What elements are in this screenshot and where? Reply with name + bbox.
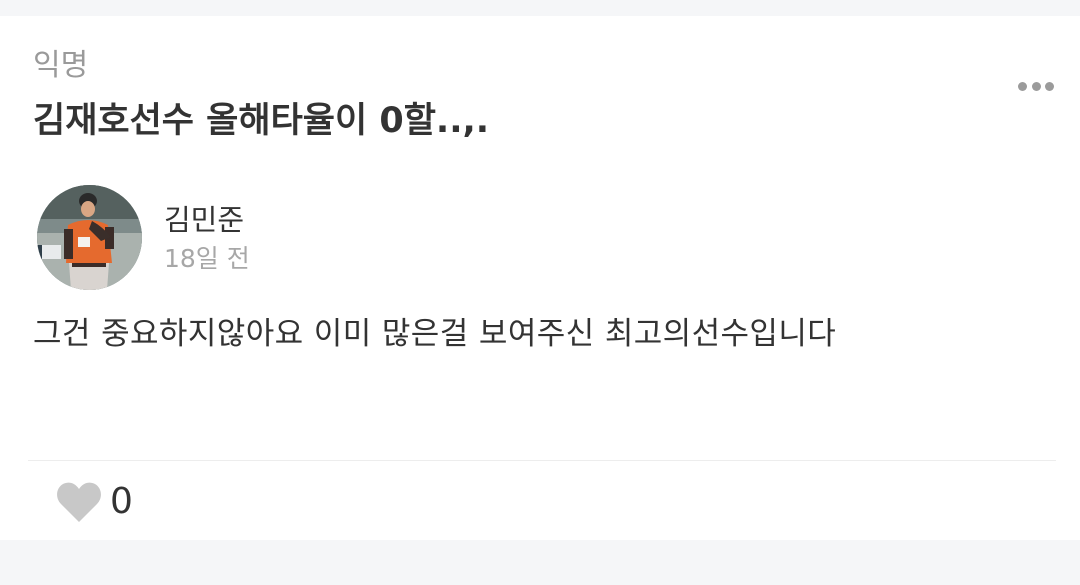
divider xyxy=(28,460,1056,461)
avatar[interactable] xyxy=(37,185,142,290)
more-options-button[interactable] xyxy=(1018,78,1054,94)
like-count: 0 xyxy=(110,481,133,522)
more-dot xyxy=(1045,81,1054,91)
post-content: 그건 중요하지않아요 이미 많은걸 보여주신 최고의선수입니다 xyxy=(33,316,837,352)
post-title: 김재호선수 올해타율이 0할..,. xyxy=(33,101,490,141)
more-dot xyxy=(1031,81,1041,91)
board-label: 익명 xyxy=(33,48,89,83)
author-name[interactable]: 김민준 xyxy=(164,200,244,240)
more-dot xyxy=(1018,81,1027,91)
heart-icon xyxy=(57,482,101,522)
like-button[interactable]: 0 xyxy=(56,477,133,527)
avatar-photo xyxy=(37,185,142,290)
post-card: 익명 김재호선수 올해타율이 0할..,. 김민준 18일 전 그건 중요하지않… xyxy=(0,16,1080,540)
post-timestamp: 18일 전 xyxy=(164,244,250,273)
